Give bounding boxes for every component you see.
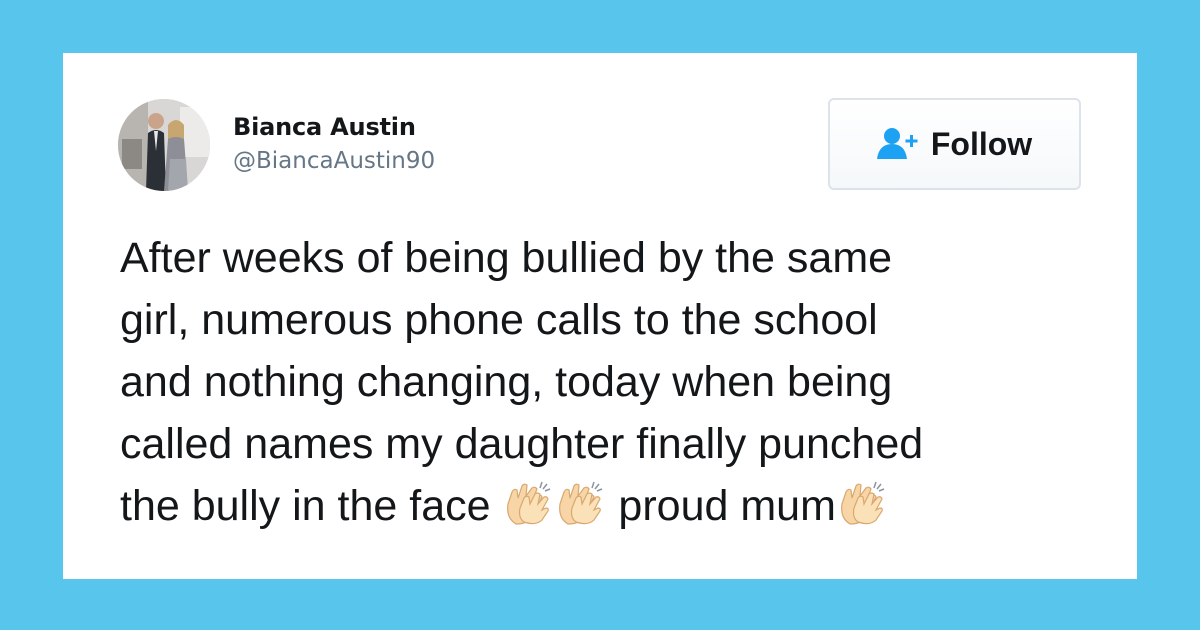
tweet-line: After weeks of being bullied by the same [120,234,893,282]
tweet-line-last: the bully in the face proud mum [120,475,1110,537]
tweet-line: girl, numerous phone calls to the school [120,296,878,344]
avatar[interactable] [118,99,210,191]
clapping-hands-icon [507,481,551,525]
follow-label: Follow [930,125,1033,162]
avatar-photo [118,99,210,191]
clapping-hands-icon [559,481,603,525]
user-handle[interactable]: @BiancaAustin90 [233,148,435,174]
add-user-icon [876,128,918,159]
tweet-card: Bianca Austin @BiancaAustin90 Follow Aft… [63,53,1137,579]
clapping-hands-icon [840,481,885,525]
tweet-line: and nothing changing, today when being [120,358,893,406]
follow-button[interactable]: Follow [828,98,1081,190]
display-name[interactable]: Bianca Austin [233,113,416,141]
tweet-text-segment: the bully in the face [120,482,503,530]
tweet-line: called names my daughter finally punched [120,420,924,468]
tweet-text: After weeks of being bullied by the same… [120,227,1110,537]
tweet-text-segment: proud mum [606,482,836,530]
